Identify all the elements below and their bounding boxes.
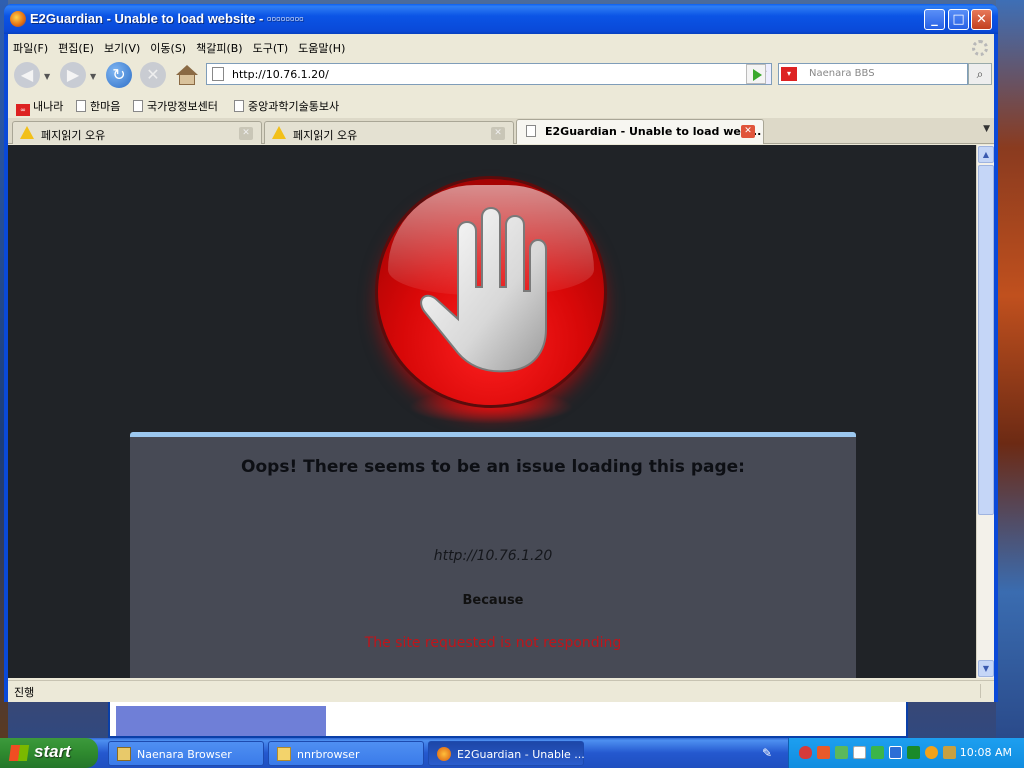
url-text[interactable]: http://10.76.1.20/ — [232, 68, 329, 81]
scroll-up-button[interactable]: ▲ — [978, 146, 994, 163]
vertical-scrollbar[interactable]: ▲ ▼ — [976, 145, 994, 678]
activity-throbber-icon — [972, 40, 988, 56]
taskbar: start Naenara Browser nnrbrowser E2Guard… — [0, 738, 1024, 768]
menu-help[interactable]: 도움말(H) — [293, 36, 350, 60]
menu-file[interactable]: 파일(F) — [8, 36, 53, 60]
tab-page-error-2[interactable]: 페지읽기 오유 ✕ — [264, 121, 514, 144]
menu-go[interactable]: 이동(S) — [145, 36, 191, 60]
windows-logo-icon — [8, 745, 30, 761]
window-title: E2Guardian - Unable to load website - ▫▫… — [30, 11, 304, 26]
firefox-icon — [437, 747, 451, 761]
tab-page-error-1[interactable]: 페지읽기 오유 ✕ — [12, 121, 262, 144]
page-icon — [133, 100, 143, 112]
browser-window: E2Guardian - Unable to load website - ▫▫… — [4, 4, 998, 702]
tab-close-icon[interactable]: ✕ — [239, 127, 253, 140]
bookmark-science-news[interactable]: 중앙과학기술통보사 — [234, 98, 339, 114]
tab-e2guardian[interactable]: E2Guardian - Unable to load web... ✕ — [516, 119, 764, 144]
title-bar[interactable]: E2Guardian - Unable to load website - ▫▫… — [4, 4, 998, 34]
system-tray: 10:08 AM — [788, 738, 1024, 768]
language-bar-icon[interactable]: ✎ — [762, 746, 776, 760]
reload-button[interactable]: ↻ — [106, 62, 132, 88]
search-placeholder: Naenara BBS — [809, 68, 875, 79]
maximize-button[interactable]: □ — [948, 9, 969, 30]
warning-icon — [20, 126, 34, 139]
taskbar-item-nnrbrowser[interactable]: nnrbrowser — [268, 741, 424, 766]
status-icon[interactable] — [925, 746, 938, 759]
bookmark-network-info-center[interactable]: 국가망정보센터 — [133, 98, 218, 114]
menu-bar: 파일(F) 편집(E) 보기(V) 이동(S) 책갈피(B) 도구(T) 도움말(H) — [8, 36, 994, 58]
menu-bookmarks[interactable]: 책갈피(B) — [191, 36, 248, 60]
search-input[interactable]: ▾ Naenara BBS — [778, 63, 968, 85]
because-label: Because — [462, 593, 524, 608]
scroll-thumb[interactable] — [978, 165, 994, 515]
menu-tools[interactable]: 도구(T) — [248, 36, 294, 60]
close-button[interactable]: ✕ — [971, 9, 992, 30]
url-bar[interactable]: http://10.76.1.20/ ▼ — [206, 63, 772, 85]
tab-strip: 페지읽기 오유 ✕ 페지읽기 오유 ✕ E2Guardian - Unable … — [8, 118, 994, 144]
page-icon — [526, 125, 536, 137]
start-button[interactable]: start — [0, 738, 98, 768]
scroll-down-button[interactable]: ▼ — [978, 660, 994, 677]
menu-edit[interactable]: 편집(E) — [53, 36, 99, 60]
search-button[interactable]: ⌕ — [968, 63, 992, 85]
resize-grip[interactable] — [980, 684, 992, 698]
shield-icon[interactable] — [799, 746, 812, 759]
mail-icon[interactable] — [853, 746, 866, 759]
browser-client: 파일(F) 편집(E) 보기(V) 이동(S) 책갈피(B) 도구(T) 도움말(H) ◀ … — [8, 34, 994, 702]
stop-hand-icon — [378, 179, 604, 405]
clock[interactable]: 10:08 AM — [960, 746, 1012, 759]
back-button[interactable]: ◀ — [14, 62, 40, 88]
bookmark-naenara[interactable]: ∞ 내나라 — [16, 98, 63, 116]
home-button[interactable] — [174, 62, 200, 88]
naenara-icon: ∞ — [16, 104, 30, 116]
tab-close-icon[interactable]: ✕ — [741, 125, 755, 138]
taskbar-item-e2guardian[interactable]: E2Guardian - Unable ... — [428, 741, 585, 766]
folder-icon — [277, 747, 291, 761]
page-icon — [212, 67, 224, 81]
go-button[interactable] — [746, 64, 766, 84]
forward-button[interactable]: ▶ — [60, 62, 86, 88]
taskbar-item-naenara-browser[interactable]: Naenara Browser — [108, 741, 264, 766]
firefox-icon — [10, 11, 26, 27]
back-history-dropdown[interactable]: ▼ — [44, 72, 50, 81]
error-heading: Oops! There seems to be an issue loading… — [241, 457, 745, 477]
update-icon[interactable] — [835, 746, 848, 759]
security-icon[interactable] — [889, 746, 902, 759]
stop-button[interactable]: ✕ — [140, 62, 166, 88]
navigation-toolbar: ◀ ▼ ▶ ▼ ↻ ✕ http://10.76.1.20/ ▼ ▾ Naena… — [8, 58, 994, 92]
browser-icon — [117, 747, 131, 761]
tab-list-dropdown[interactable]: ▼ — [983, 124, 990, 134]
warning-icon — [272, 126, 286, 139]
bookmark-hanmaeum[interactable]: 한마음 — [76, 98, 120, 114]
menu-view[interactable]: 보기(V) — [99, 36, 145, 60]
blocked-url: http://10.76.1.20 — [433, 548, 553, 564]
desktop-background-right — [996, 0, 1024, 740]
page-content: Oops! There seems to be an issue loading… — [8, 145, 976, 678]
forward-history-dropdown[interactable]: ▼ — [90, 72, 96, 81]
tab-close-icon[interactable]: ✕ — [491, 127, 505, 140]
tools-icon[interactable] — [943, 746, 956, 759]
status-bar: 진행 — [8, 680, 994, 700]
network-icon[interactable] — [817, 746, 830, 759]
runner-icon[interactable] — [907, 746, 920, 759]
antivirus-icon[interactable] — [871, 746, 884, 759]
error-reason: The site requested is not responding — [364, 635, 622, 651]
bookmarks-toolbar: ∞ 내나라 한마음 국가망정보센터 중앙과학기술통보사 — [8, 94, 994, 116]
error-card: Oops! There seems to be an issue loading… — [130, 432, 856, 678]
search-engine-icon[interactable]: ▾ — [781, 67, 797, 81]
status-text: 진행 — [14, 686, 35, 699]
background-window[interactable] — [108, 700, 908, 738]
page-icon — [234, 100, 244, 112]
minimize-button[interactable]: _ — [924, 9, 945, 30]
page-icon — [76, 100, 86, 112]
